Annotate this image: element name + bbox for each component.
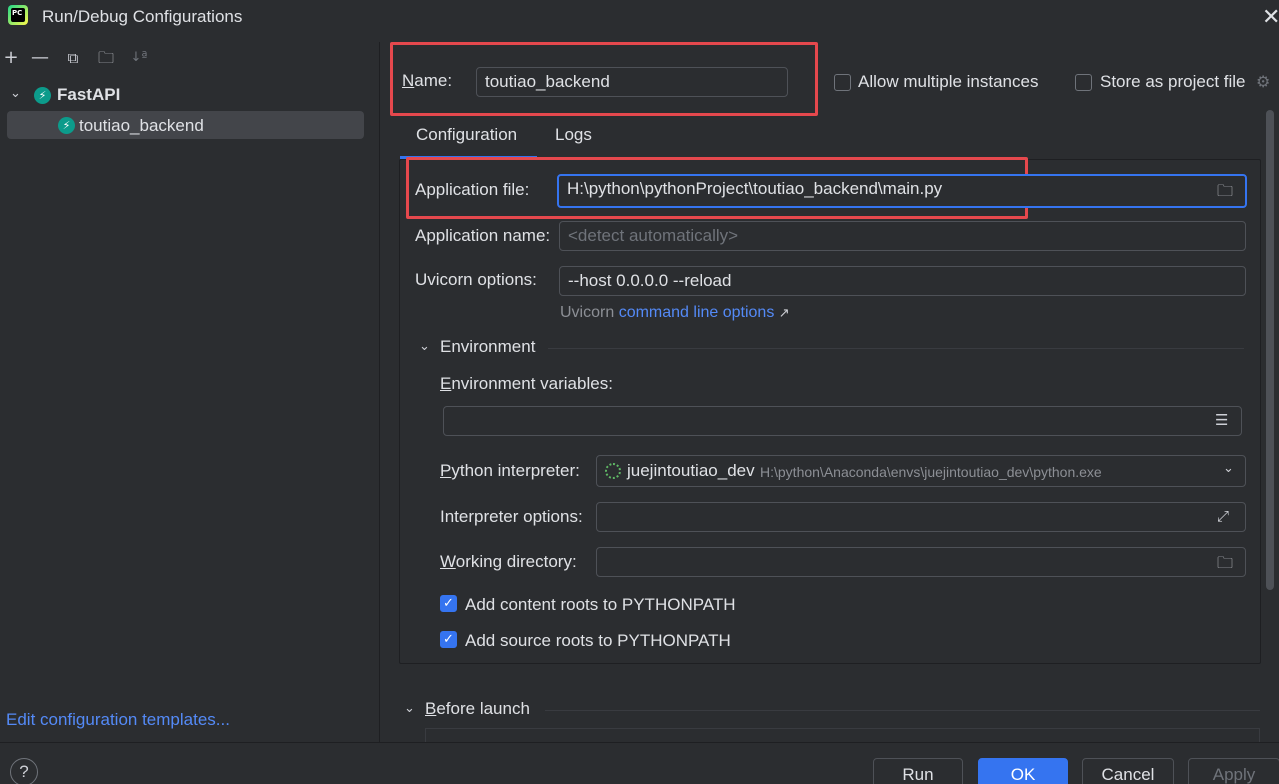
application-name-label: Application name: [415, 226, 551, 245]
python-interpreter-label: Python interpreter: [440, 461, 580, 480]
uvicorn-options-field[interactable]: --host 0.0.0.0 --reload [559, 266, 1246, 296]
before-launch-label[interactable]: Before launch [425, 699, 530, 719]
content-roots-label[interactable]: Add content roots to PYTHONPATH [465, 595, 736, 615]
command-line-options-link[interactable]: command line options [619, 304, 775, 321]
application-name-field[interactable]: <detect automatically> [559, 221, 1246, 251]
fastapi-config-icon: ⚡ [58, 117, 75, 134]
allow-multiple-checkbox[interactable] [834, 74, 851, 91]
sort-icon[interactable]: ↓ª [128, 50, 150, 65]
uvicorn-hint: Uvicorn command line options ↗ [560, 304, 790, 322]
section-divider [545, 710, 1260, 711]
pycharm-logo-icon: PC [8, 5, 28, 25]
interpreter-name: juejintoutiao_dev [627, 461, 755, 480]
edit-templates-link[interactable]: Edit configuration templates... [6, 710, 230, 730]
chevron-down-icon[interactable]: ⌄ [404, 701, 415, 716]
name-label: Name: [402, 71, 453, 90]
environment-variables-field[interactable] [443, 406, 1242, 436]
external-link-icon: ↗ [778, 305, 790, 320]
uvicorn-options-label: Uvicorn options: [415, 270, 537, 289]
allow-multiple-label[interactable]: Allow multiple instances [858, 72, 1038, 92]
folder-icon[interactable]: 🗀 [1217, 552, 1233, 579]
working-directory-label: Working directory: [440, 552, 577, 571]
name-field[interactable]: toutiao_backend [476, 67, 788, 97]
interpreter-path: H:\python\Anaconda\envs\juejintoutiao_de… [760, 464, 1102, 480]
chevron-down-icon[interactable]: ⌄ [1223, 461, 1234, 476]
store-project-label[interactable]: Store as project file [1100, 72, 1246, 92]
run-button[interactable]: Run [873, 758, 963, 784]
help-button[interactable]: ? [10, 758, 38, 784]
close-icon[interactable]: ✕ [1262, 4, 1279, 30]
cancel-button[interactable]: Cancel [1082, 758, 1174, 784]
conda-env-icon [605, 463, 621, 479]
fastapi-icon: ⚡ [34, 87, 51, 104]
remove-icon[interactable]: — [29, 47, 51, 68]
application-name-placeholder: <detect automatically> [568, 226, 739, 245]
window-title: Run/Debug Configurations [42, 7, 243, 26]
tree-group-fastapi[interactable]: FastAPI [57, 85, 120, 105]
chevron-down-icon[interactable]: ⌄ [419, 339, 430, 354]
chevron-down-icon[interactable]: ⌄ [10, 86, 21, 101]
interpreter-options-field[interactable] [596, 502, 1246, 532]
tab-logs[interactable]: Logs [555, 125, 592, 145]
application-file-field[interactable]: H:\python\pythonProject\toutiao_backend\… [557, 174, 1247, 208]
store-project-checkbox[interactable] [1075, 74, 1092, 91]
environment-section-label[interactable]: Environment [440, 337, 535, 357]
gear-icon[interactable]: ⚙ [1256, 72, 1270, 91]
application-file-value: H:\python\pythonProject\toutiao_backend\… [567, 179, 943, 198]
copy-icon[interactable]: ⧉ [62, 49, 84, 67]
edit-list-icon[interactable]: ☰ [1215, 411, 1228, 429]
tree-item-toutiao-backend[interactable]: toutiao_backend [79, 116, 204, 136]
source-roots-label[interactable]: Add source roots to PYTHONPATH [465, 631, 731, 651]
apply-button[interactable]: Apply [1188, 758, 1279, 784]
interpreter-options-label: Interpreter options: [440, 507, 583, 526]
expand-icon[interactable]: ⤢ [1217, 507, 1229, 525]
ok-button[interactable]: OK [978, 758, 1068, 784]
uvicorn-hint-prefix: Uvicorn [560, 304, 615, 321]
content-roots-checkbox[interactable]: ✓ [440, 595, 457, 612]
scrollbar[interactable] [1266, 110, 1274, 590]
tab-configuration[interactable]: Configuration [416, 125, 517, 145]
working-directory-field[interactable] [596, 547, 1246, 577]
source-roots-checkbox[interactable]: ✓ [440, 631, 457, 648]
application-file-label: Application file: [415, 180, 530, 199]
section-divider [548, 348, 1244, 349]
environment-variables-label: Environment variables: [440, 374, 613, 393]
folder-icon[interactable]: 🗀 [1217, 180, 1233, 207]
add-icon[interactable]: + [0, 47, 22, 68]
new-folder-icon[interactable]: 🗀 [95, 47, 117, 74]
configurations-sidebar [0, 42, 380, 742]
